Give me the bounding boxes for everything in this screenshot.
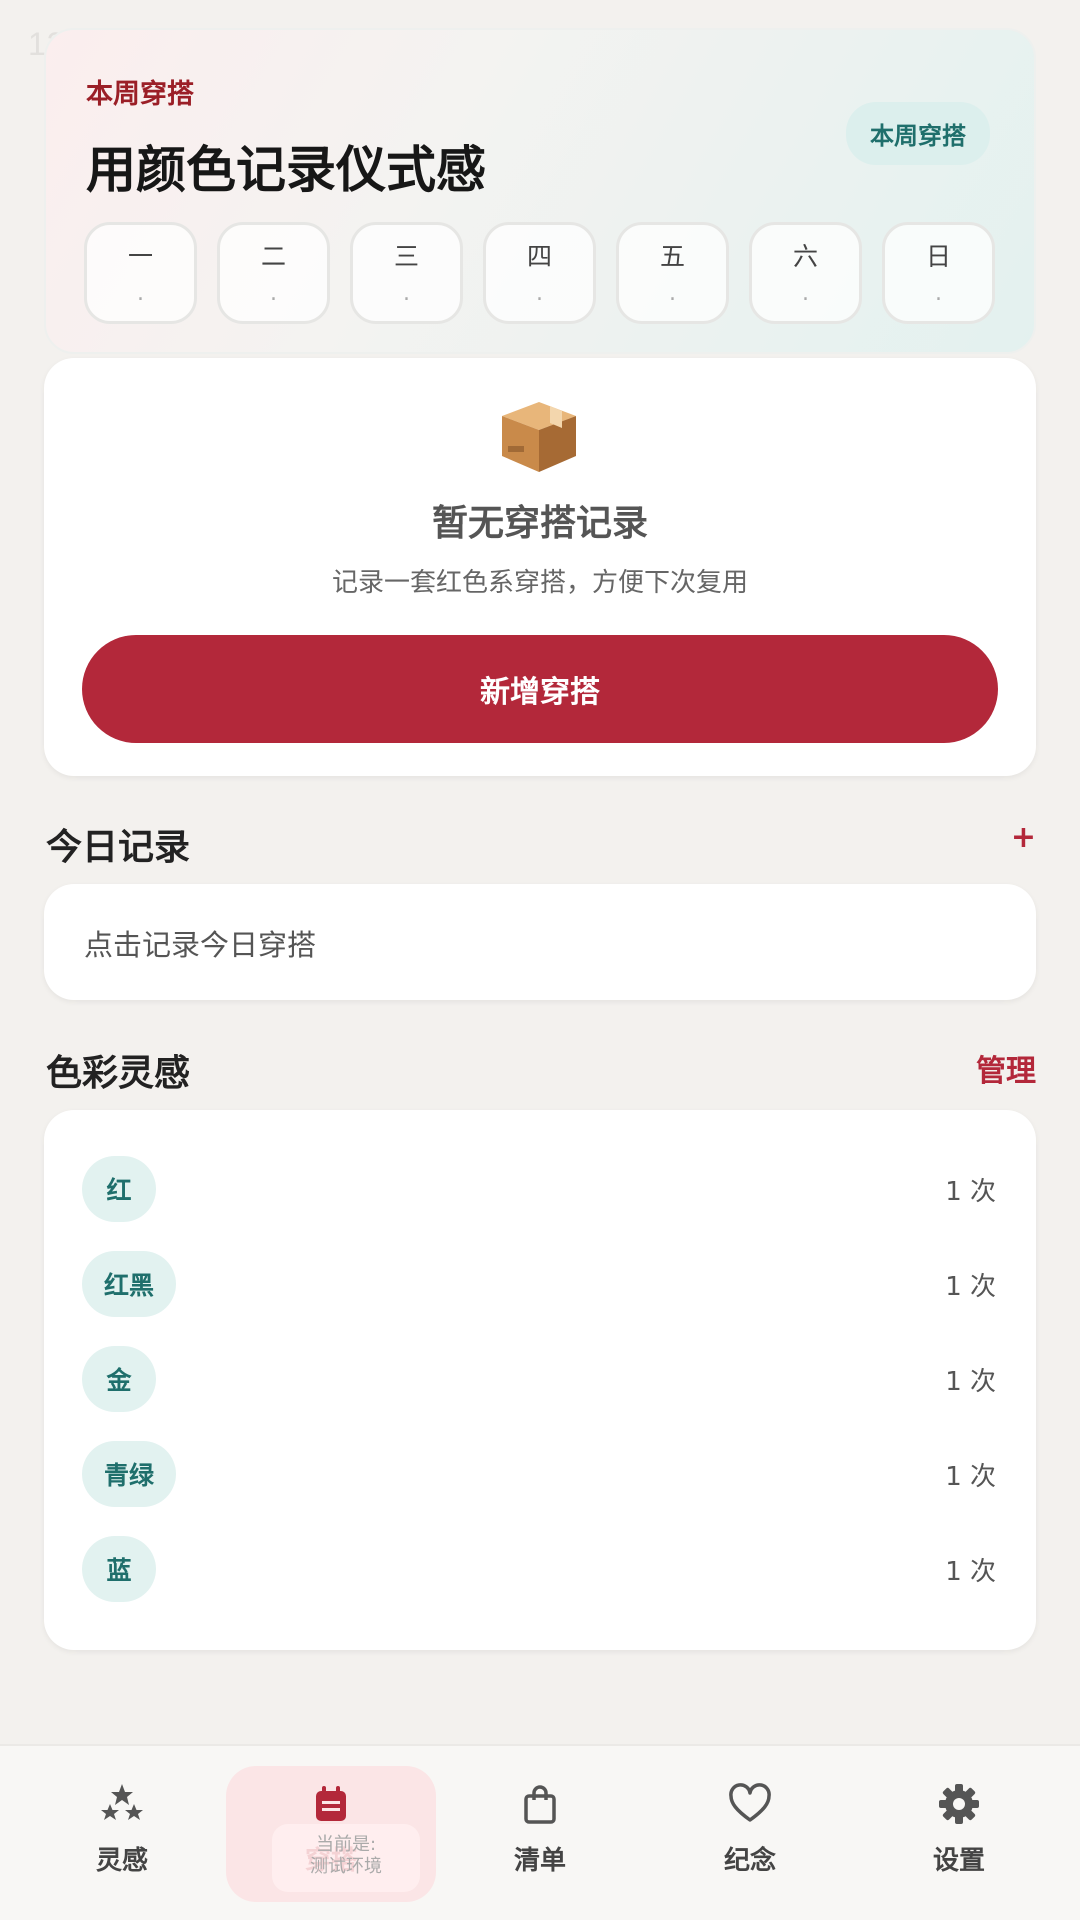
list-item[interactable]: 金 1 次 bbox=[82, 1346, 996, 1412]
colors-section-title: 色彩灵感 bbox=[46, 1053, 191, 1094]
use-count: 1 次 bbox=[945, 1461, 996, 1492]
list-item[interactable]: 红 1 次 bbox=[82, 1156, 996, 1222]
empty-subtitle: 记录一套红色系穿搭，方便下次复用 bbox=[331, 568, 748, 598]
day-label: 五 bbox=[659, 242, 685, 271]
tab-label: 纪念 bbox=[723, 1846, 776, 1876]
day-mon[interactable]: 一 . bbox=[84, 222, 197, 324]
tab-label: 灵感 bbox=[95, 1846, 148, 1876]
gear-icon bbox=[939, 1784, 979, 1824]
calendar-icon bbox=[316, 1786, 346, 1821]
bottom-nav: 灵感 穿搭 清单 纪念 bbox=[0, 1744, 1080, 1920]
sparkles-icon bbox=[101, 1784, 143, 1820]
day-value: . bbox=[669, 281, 676, 306]
color-chip: 蓝 bbox=[82, 1536, 156, 1602]
package-box-icon bbox=[502, 402, 576, 472]
day-wed[interactable]: 三 . bbox=[350, 222, 463, 324]
today-record-card[interactable]: 点击记录今日穿搭 bbox=[44, 884, 1036, 1000]
list-item[interactable]: 蓝 1 次 bbox=[82, 1536, 996, 1602]
tab-memories[interactable]: 纪念 bbox=[645, 1746, 855, 1920]
day-label: 一 bbox=[127, 242, 153, 271]
week-outfit-pill[interactable]: 本周穿搭 bbox=[846, 102, 990, 165]
use-count: 1 次 bbox=[945, 1366, 996, 1397]
day-label: 三 bbox=[393, 242, 419, 271]
day-value: . bbox=[935, 281, 942, 306]
day-sun[interactable]: 日 . bbox=[882, 222, 995, 324]
use-count: 1 次 bbox=[945, 1556, 996, 1587]
color-chip: 青绿 bbox=[82, 1441, 177, 1507]
tab-label: 清单 bbox=[513, 1846, 566, 1876]
hero-kicker: 本周穿搭 bbox=[86, 79, 194, 110]
day-value: . bbox=[802, 281, 809, 306]
tab-inspiration[interactable]: 灵感 bbox=[17, 1746, 227, 1920]
tab-list[interactable]: 清单 bbox=[435, 1746, 645, 1920]
add-outfit-button[interactable]: 新增穿搭 bbox=[82, 635, 998, 743]
day-label: 日 bbox=[925, 242, 951, 271]
environment-badge: 当前是: 测试环境 bbox=[272, 1824, 420, 1892]
heart-icon bbox=[729, 1783, 771, 1822]
color-list-card: 红 1 次 红黑 1 次 金 1 次 青绿 1 次 蓝 1 次 bbox=[44, 1110, 1036, 1650]
day-value: . bbox=[270, 281, 277, 306]
empty-outfit-card: 暂无穿搭记录 记录一套红色系穿搭，方便下次复用 新增穿搭 bbox=[44, 358, 1036, 776]
day-sat[interactable]: 六 . bbox=[749, 222, 862, 324]
day-value: . bbox=[536, 281, 543, 306]
day-value: . bbox=[137, 281, 144, 306]
tab-label: 设置 bbox=[932, 1846, 985, 1876]
env-line-1: 当前是: bbox=[315, 1834, 377, 1855]
color-chip: 红黑 bbox=[82, 1251, 177, 1317]
list-item[interactable]: 红黑 1 次 bbox=[82, 1251, 996, 1317]
use-count: 1 次 bbox=[945, 1271, 996, 1302]
tab-settings[interactable]: 设置 bbox=[854, 1746, 1064, 1920]
today-placeholder: 点击记录今日穿搭 bbox=[84, 928, 317, 962]
empty-title: 暂无穿搭记录 bbox=[431, 503, 648, 544]
shopping-bag-icon bbox=[524, 1785, 556, 1824]
day-fri[interactable]: 五 . bbox=[616, 222, 729, 324]
day-label: 二 bbox=[260, 242, 286, 271]
color-chip: 红 bbox=[82, 1156, 156, 1222]
day-label: 六 bbox=[792, 242, 818, 271]
today-section-title: 今日记录 bbox=[46, 827, 191, 868]
weekday-row: 一 . 二 . 三 . 四 . 五 . 六 . 日 . bbox=[84, 222, 995, 324]
add-today-button[interactable]: + bbox=[1011, 820, 1036, 855]
env-line-2: 测试环境 bbox=[310, 1856, 382, 1877]
list-item[interactable]: 青绿 1 次 bbox=[82, 1441, 996, 1507]
day-label: 四 bbox=[526, 242, 552, 271]
color-chip: 金 bbox=[82, 1346, 156, 1412]
use-count: 1 次 bbox=[945, 1176, 996, 1207]
week-outfit-card: 本周穿搭 用颜色记录仪式感 本周穿搭 一 . 二 . 三 . 四 . 五 . 六… bbox=[44, 28, 1036, 354]
manage-colors-button[interactable]: 管理 bbox=[976, 1046, 1036, 1090]
day-tue[interactable]: 二 . bbox=[217, 222, 330, 324]
day-value: . bbox=[403, 281, 410, 306]
hero-title: 用颜色记录仪式感 bbox=[86, 141, 486, 199]
day-thu[interactable]: 四 . bbox=[483, 222, 596, 324]
